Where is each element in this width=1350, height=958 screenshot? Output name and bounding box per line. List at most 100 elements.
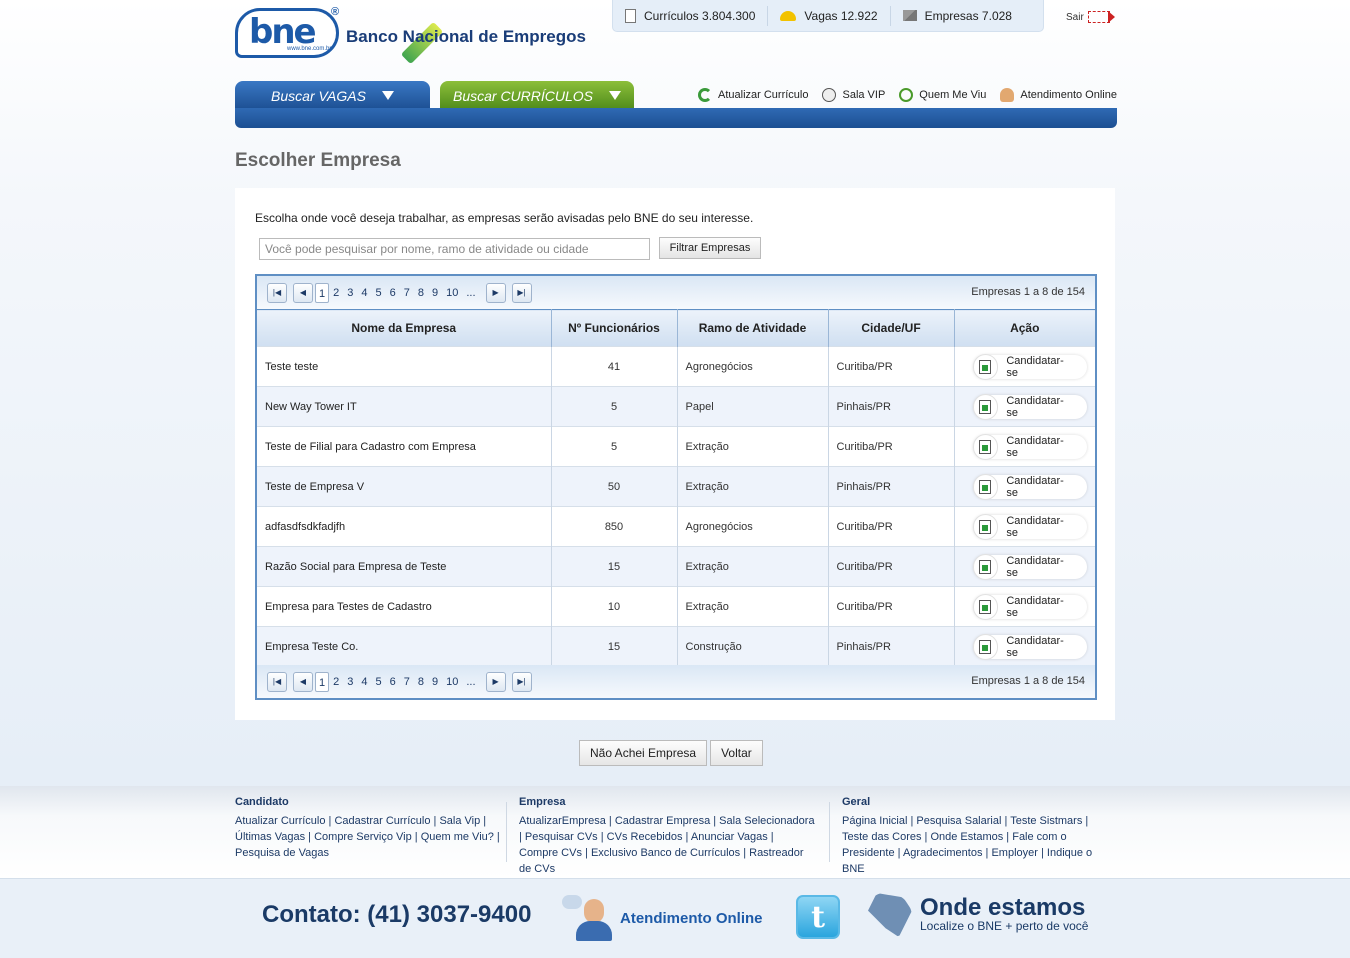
footer-link[interactable]: Atualizar Currículo — [235, 815, 325, 827]
candidatar-button[interactable]: Candidatar-se — [972, 433, 1087, 460]
next-page-button[interactable]: ▶ — [485, 282, 506, 303]
logout-link[interactable]: Sair — [1066, 11, 1115, 23]
footer-link[interactable]: AtualizarEmpresa — [519, 815, 606, 827]
stat-label: Vagas 12.922 — [804, 8, 878, 23]
tab-buscar-vagas[interactable]: Buscar VAGAS — [235, 81, 430, 110]
page-ellipsis[interactable]: ... — [462, 672, 479, 692]
voltar-button[interactable]: Voltar — [710, 740, 763, 766]
brand-name: Banco Nacional de Empregos — [346, 27, 586, 46]
page-number[interactable]: 4 — [357, 672, 371, 692]
next-page-button[interactable]: ▶ — [485, 671, 506, 692]
prev-page-button[interactable]: ◀ — [293, 671, 313, 692]
column-header-sector[interactable]: Ramo de Atividade — [677, 309, 829, 347]
footer-link[interactable]: Agradecimentos — [903, 847, 983, 859]
nao-achei-empresa-button[interactable]: Não Achei Empresa — [579, 740, 708, 766]
page-number[interactable]: 9 — [428, 283, 442, 303]
onde-estamos-banner[interactable]: Onde estamos Localize o BNE + perto de v… — [868, 893, 1088, 937]
page-number[interactable]: 6 — [386, 672, 400, 692]
page-number[interactable]: 1 — [315, 671, 330, 692]
action-cell: Candidatar-se — [954, 506, 1095, 547]
page-number[interactable]: 4 — [357, 283, 371, 303]
page-number[interactable]: 8 — [414, 672, 428, 692]
table-row: Empresa para Testes de Cadastro 10 Extraçã… — [257, 586, 1095, 627]
footer-link[interactable]: Exclusivo Banco de Currículos — [591, 847, 740, 859]
last-page-button[interactable]: ▶| — [511, 282, 532, 303]
page-number[interactable]: 10 — [442, 672, 462, 692]
candidatar-button[interactable]: Candidatar-se — [972, 353, 1087, 380]
page-number[interactable]: 8 — [414, 283, 428, 303]
candidatar-button[interactable]: Candidatar-se — [972, 593, 1087, 620]
page-number[interactable]: 5 — [372, 672, 386, 692]
footer-link[interactable]: Página Inicial — [842, 815, 907, 827]
action-cell: Candidatar-se — [954, 466, 1095, 507]
footer-link[interactable]: Anunciar Vagas — [691, 831, 768, 843]
footer-link[interactable]: Sala Vip — [439, 815, 480, 827]
footer-contact: Contato: (41) 3037-9400 Atendimento Onli… — [0, 878, 1350, 958]
footer-link[interactable]: Onde Estamos — [930, 831, 1003, 843]
column-header-city[interactable]: Cidade/UF — [828, 309, 955, 347]
bne-logo[interactable]: bne www.bne.com.br ® Banco Nacional de E… — [235, 6, 595, 65]
prev-page-button[interactable]: ◀ — [293, 282, 313, 303]
candidatar-button[interactable]: Candidatar-se — [972, 473, 1087, 500]
filter-button[interactable]: Filtrar Empresas — [659, 237, 761, 259]
page-number[interactable]: 9 — [428, 672, 442, 692]
first-page-button[interactable]: |◀ — [267, 282, 287, 303]
footer-link[interactable]: Pesquisar CVs — [525, 831, 598, 843]
page-number[interactable]: 3 — [343, 672, 357, 692]
last-page-button[interactable]: ▶| — [511, 671, 532, 692]
footer-link[interactable]: Teste das Cores — [842, 831, 921, 843]
sala-vip-link[interactable]: Sala VIP — [822, 88, 885, 102]
column-header-name[interactable]: Nome da Empresa — [257, 309, 552, 347]
footer-link[interactable]: Sala Selecionadora — [719, 815, 814, 827]
page-ellipsis[interactable]: ... — [462, 283, 479, 303]
candidatar-button[interactable]: Candidatar-se — [972, 513, 1087, 540]
atendimento-online-link[interactable]: Atendimento Online — [1000, 88, 1117, 102]
city: Curitiba/PR — [828, 346, 955, 387]
candidatar-button[interactable]: Candidatar-se — [972, 633, 1087, 660]
exit-arrow-icon — [1087, 11, 1115, 23]
first-page-button[interactable]: |◀ — [267, 671, 287, 692]
atendimento-online-banner[interactable]: Atendimento Online — [562, 895, 763, 941]
twitter-icon[interactable]: t — [796, 895, 840, 939]
footer-link[interactable]: Cadastrar Empresa — [615, 815, 710, 827]
footer-link[interactable]: CVs Recebidos — [607, 831, 683, 843]
footer-link[interactable]: Cadastrar Currículo — [334, 815, 430, 827]
company-grid: |◀ ◀ 1 2 3 4 5 6 7 8 9 10 ... ▶ ▶| Empre… — [255, 274, 1097, 700]
candidatar-button[interactable]: Candidatar-se — [972, 553, 1087, 580]
sector: Extração — [677, 466, 829, 507]
employee-count: 10 — [551, 586, 678, 627]
page-number[interactable]: 6 — [386, 283, 400, 303]
atualizar-curriculo-link[interactable]: Atualizar Currículo — [698, 88, 808, 102]
page-number[interactable]: 3 — [343, 283, 357, 303]
page-number[interactable]: 10 — [442, 283, 462, 303]
footer-col-title: Geral — [842, 796, 871, 808]
footer-link[interactable]: Compre Serviço Vip — [314, 831, 412, 843]
city: Pinhais/PR — [828, 386, 955, 427]
tab-label: Buscar CURRÍCULOS — [452, 87, 594, 104]
footer-link[interactable]: Pesquisa Salarial — [916, 815, 1001, 827]
page-number[interactable]: 5 — [372, 283, 386, 303]
city: Curitiba/PR — [828, 586, 955, 627]
footer-col-links: Página Inicial | Pesquisa Salarial | Tes… — [842, 815, 1093, 875]
footer-link[interactable]: Últimas Vagas — [235, 831, 305, 843]
footer-link[interactable]: Teste Sistmars — [1010, 815, 1082, 827]
candidatar-label: Candidatar-se — [1006, 474, 1064, 499]
footer-link[interactable]: Pesquisa de Vagas — [235, 847, 329, 859]
quem-me-viu-link[interactable]: Quem Me Viu — [899, 88, 986, 102]
page-number[interactable]: 7 — [400, 283, 414, 303]
page-number[interactable]: 2 — [329, 283, 343, 303]
employee-count: 50 — [551, 466, 678, 507]
footer-link[interactable]: Employer — [991, 847, 1037, 859]
tab-buscar-curriculos[interactable]: Buscar CURRÍCULOS — [440, 81, 634, 110]
company-name: Empresa para Testes de Cadastro — [257, 586, 552, 627]
search-input[interactable] — [259, 238, 650, 260]
page-number[interactable]: 1 — [315, 282, 330, 303]
top-links: Atualizar Currículo Sala VIP Quem Me Viu… — [698, 88, 1117, 102]
page-number[interactable]: 7 — [400, 672, 414, 692]
column-header-employees[interactable]: Nº Funcionários — [551, 309, 678, 347]
footer-link[interactable]: Quem me Viu? — [421, 831, 494, 843]
candidatar-button[interactable]: Candidatar-se — [972, 393, 1087, 420]
footer-link[interactable]: Compre CVs — [519, 847, 582, 859]
page-number[interactable]: 2 — [329, 672, 343, 692]
crosshair-icon — [899, 88, 914, 102]
